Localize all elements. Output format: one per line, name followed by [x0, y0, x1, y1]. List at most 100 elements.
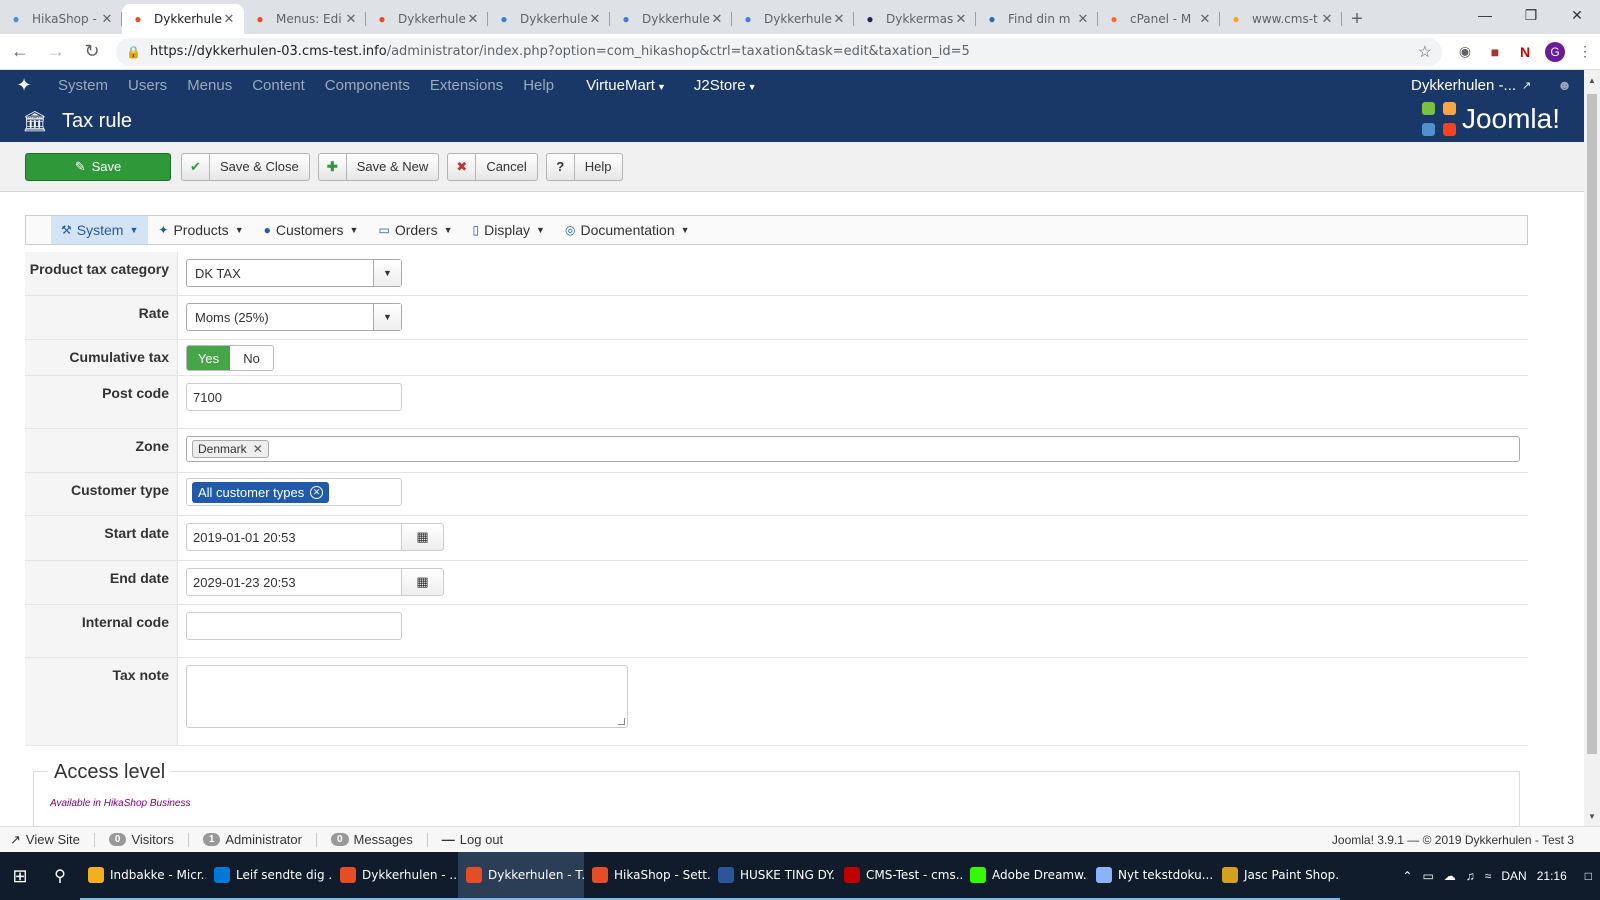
browser-tab[interactable]: ● Menus: Edi ✕ [244, 4, 366, 34]
external-link-icon[interactable]: ↗ [1522, 79, 1531, 92]
postcode-input[interactable]: 7100 [186, 383, 402, 411]
tax-note-textarea[interactable] [186, 665, 628, 728]
browser-tab[interactable]: ● Find din m ✕ [976, 4, 1098, 34]
logout-link[interactable]: — Log out [442, 832, 503, 847]
page-scrollbar[interactable]: ▲ ▼ [1584, 70, 1600, 826]
administrator-link[interactable]: 1 Administrator [202, 832, 302, 847]
nav-users[interactable]: Users [118, 77, 177, 94]
save-new-button[interactable]: ✚ Save & New [317, 152, 440, 181]
taskbar-item[interactable]: Nyt tekstdoku... [1088, 852, 1214, 900]
close-tab-icon[interactable]: ✕ [1320, 11, 1334, 27]
cumulative-yes[interactable]: Yes [187, 346, 230, 370]
nav-menus[interactable]: Menus [177, 77, 242, 94]
tax-category-select[interactable]: DK TAX ▼ [186, 259, 402, 287]
close-tab-icon[interactable]: ✕ [832, 11, 846, 27]
url-text[interactable]: https://dykkerhulen-03.cms-test.info/adm… [150, 44, 1418, 59]
scroll-down-icon[interactable]: ▼ [1584, 808, 1600, 824]
taskbar-item[interactable]: Leif sendte dig ... [206, 852, 332, 900]
nav-content[interactable]: Content [242, 77, 315, 94]
start-date-input[interactable]: 2019-01-01 20:53 [186, 523, 402, 551]
profile-avatar[interactable]: G [1540, 37, 1570, 67]
nav-system[interactable]: System [48, 77, 118, 94]
rate-select[interactable]: Moms (25%) ▼ [186, 303, 402, 331]
cumulative-toggle[interactable]: Yes No [186, 345, 274, 371]
volume-icon[interactable]: ♫ [1466, 869, 1475, 883]
hika-menu-system[interactable]: ⚒ System ▼ [51, 216, 149, 244]
taskbar-item[interactable]: HUSKE TING DY... [710, 852, 836, 900]
close-tab-icon[interactable]: ✕ [344, 11, 358, 27]
close-tab-icon[interactable]: ✕ [1076, 11, 1090, 27]
nav-components[interactable]: Components [315, 77, 420, 94]
close-tab-icon[interactable]: ✕ [954, 11, 968, 27]
view-site-link[interactable]: ↗ View Site [10, 832, 80, 848]
browser-tab[interactable]: ● Dykkerhule ✕ [488, 4, 610, 34]
site-name-link[interactable]: Dykkerhulen -... [1411, 77, 1516, 94]
close-tab-icon[interactable]: ✕ [588, 11, 602, 27]
browser-tab[interactable]: ● www.cms-t ✕ [1220, 4, 1342, 34]
save-close-button[interactable]: ✔ Save & Close [181, 152, 310, 181]
hika-menu-customers[interactable]: ● Customers ▼ [254, 216, 369, 244]
calendar-icon[interactable]: ▦ [402, 523, 444, 551]
taskbar-item[interactable]: HikaShop - Sett... [584, 852, 710, 900]
browser-tab[interactable]: ● cPanel - M ✕ [1098, 4, 1220, 34]
hika-menu-products[interactable]: ✦ Products ▼ [148, 216, 253, 244]
nav-j2store[interactable]: J2Store ▼ [676, 77, 767, 94]
hika-menu-documentation[interactable]: ◎ Documentation ▼ [555, 216, 700, 244]
hika-menu-orders[interactable]: ▭ Orders ▼ [368, 216, 462, 244]
browser-tab[interactable]: ● Dykkerhule ✕ [366, 4, 488, 34]
taskbar-item[interactable]: CMS-Test - cms... [836, 852, 962, 900]
joomla-icon[interactable]: ✦ [0, 75, 48, 96]
close-tab-icon[interactable]: ✕ [1198, 11, 1212, 27]
restore-icon[interactable]: ❐ [1508, 0, 1554, 30]
close-tab-icon[interactable]: ✕ [100, 11, 114, 27]
user-menu-icon[interactable]: ☻ [1557, 77, 1572, 93]
help-button[interactable]: ? Help [545, 152, 623, 181]
calendar-icon[interactable]: ▦ [402, 568, 444, 596]
zone-input[interactable]: Denmark ✕ [186, 436, 1520, 462]
camera-icon[interactable]: ◉ [1450, 37, 1480, 67]
internal-code-input[interactable] [186, 612, 402, 640]
pdf-extension-icon[interactable]: ■ [1480, 37, 1510, 67]
taskbar-item[interactable]: Dykkerhulen - T... [458, 852, 584, 900]
scroll-up-icon[interactable]: ▲ [1584, 72, 1600, 88]
taskbar-item[interactable]: Adobe Dreamw... [962, 852, 1088, 900]
cloud-icon[interactable]: ☁ [1444, 869, 1456, 883]
browser-tab[interactable]: ● Dykkermas ✕ [854, 4, 976, 34]
back-icon[interactable]: ← [4, 36, 36, 68]
language-indicator[interactable]: DAN [1501, 869, 1526, 883]
hika-menu-display[interactable]: ▯ Display ▼ [463, 216, 555, 244]
chrome-menu-icon[interactable]: ⋮ [1570, 37, 1600, 67]
nav-extensions[interactable]: Extensions [420, 77, 513, 94]
forward-icon[interactable]: → [40, 36, 72, 68]
scroll-thumb[interactable] [1587, 94, 1597, 754]
new-tab-icon[interactable]: + [1342, 4, 1372, 34]
visitors-link[interactable]: 0 Visitors [108, 832, 174, 847]
browser-tab[interactable]: ● HikaShop - ✕ [0, 4, 122, 34]
nav-virtuemart[interactable]: VirtueMart ▼ [564, 77, 676, 94]
taskbar-item[interactable]: Jasc Paint Shop... [1214, 852, 1340, 900]
messages-link[interactable]: 0 Messages [330, 832, 413, 847]
search-icon[interactable]: ⚲ [40, 852, 80, 900]
cancel-button[interactable]: ✖ Cancel [447, 152, 538, 181]
n-extension-icon[interactable]: N [1510, 37, 1540, 67]
end-date-input[interactable]: 2029-01-23 20:53 [186, 568, 402, 596]
browser-tab[interactable]: ● Dykkerhule ✕ [610, 4, 732, 34]
close-tab-icon[interactable]: ✕ [466, 11, 480, 27]
customer-type-input[interactable]: All customer types ✕ [186, 478, 402, 506]
reload-icon[interactable]: ↻ [76, 36, 108, 68]
wifi-icon[interactable]: ≈ [1485, 869, 1492, 883]
bookmark-star-icon[interactable]: ☆ [1418, 42, 1432, 62]
close-tab-icon[interactable]: ✕ [710, 11, 724, 27]
clock[interactable]: 21:16 [1537, 869, 1567, 883]
chevron-up-icon[interactable]: ⌃ [1402, 869, 1412, 883]
notifications-icon[interactable]: □ [1585, 869, 1592, 883]
address-bar[interactable]: 🔒 https://dykkerhulen-03.cms-test.info/a… [116, 37, 1442, 66]
windows-start-icon[interactable]: ⊞ [0, 852, 40, 900]
save-button[interactable]: ✎ Save [25, 152, 171, 181]
close-tab-icon[interactable]: ✕ [222, 11, 236, 27]
battery-icon[interactable]: ▭ [1422, 869, 1433, 883]
nav-help[interactable]: Help [513, 77, 564, 94]
minimize-icon[interactable]: — [1462, 0, 1508, 30]
close-window-icon[interactable]: ✕ [1554, 0, 1600, 30]
remove-icon[interactable]: ✕ [253, 442, 263, 456]
